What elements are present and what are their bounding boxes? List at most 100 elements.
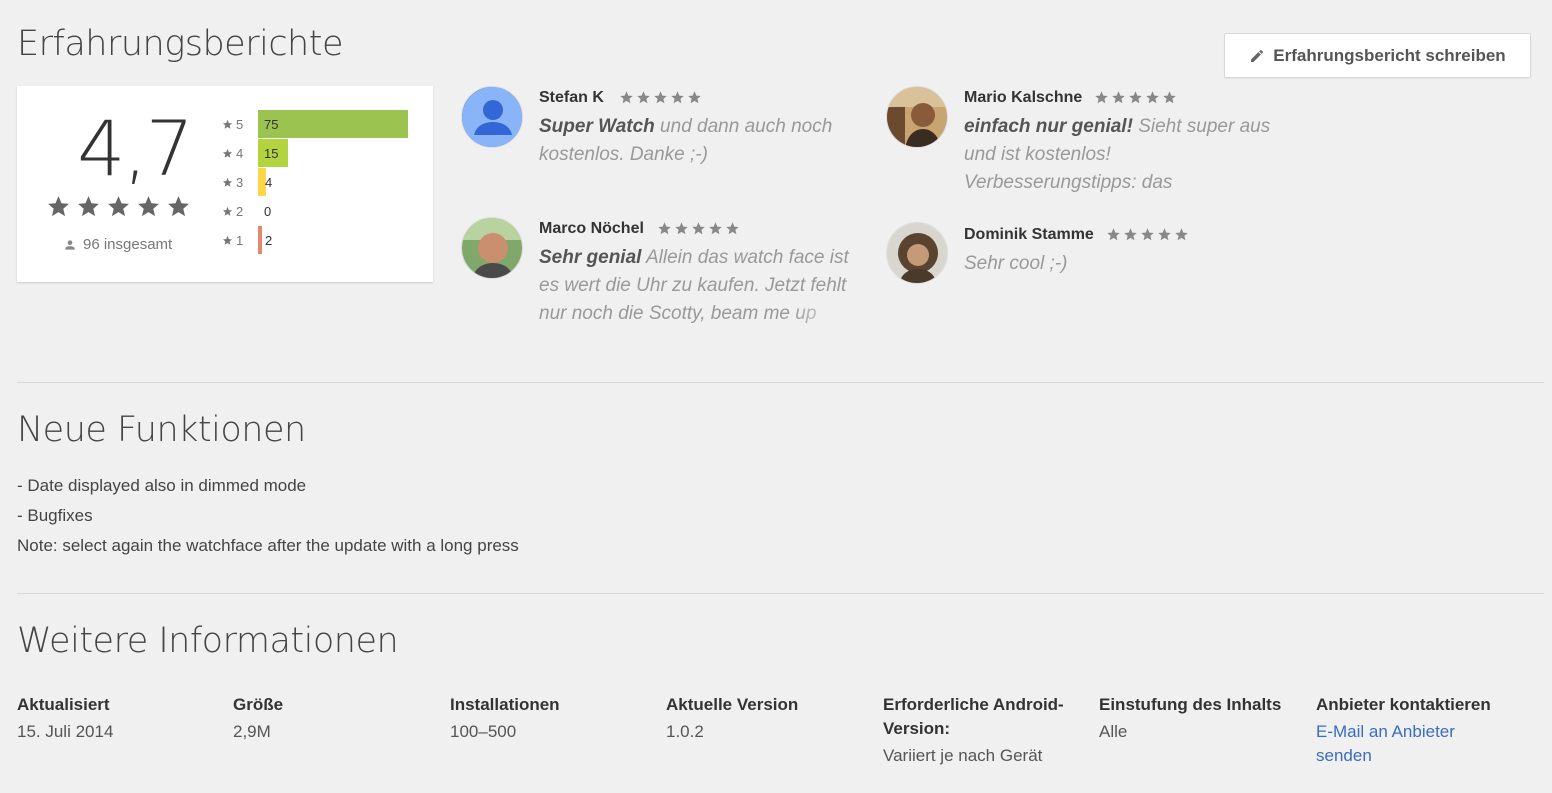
text-fade: [791, 300, 851, 328]
email-developer-link[interactable]: E-Mail an Anbieter senden: [1316, 720, 1496, 768]
user-photo: [886, 222, 948, 284]
star-icon: [658, 222, 671, 235]
text-fade: [1224, 169, 1284, 197]
star-icon: [726, 222, 739, 235]
note-line: - Date displayed also in dimmed mode: [17, 476, 307, 495]
star-icon: [222, 119, 233, 129]
info-updated: Aktualisiert 15. Juli 2014: [17, 693, 207, 744]
reviewer-name: Marco Nöchel: [539, 220, 644, 237]
histogram-row: 5 75: [222, 110, 408, 138]
user-photo: [886, 86, 948, 148]
star-icon: [1112, 91, 1125, 104]
histogram-bar: 15: [258, 139, 288, 167]
write-review-button[interactable]: Erfahrungsbericht schreiben: [1224, 33, 1531, 78]
star-icon: [168, 196, 189, 217]
info-label: Erforderliche Android-Version:: [883, 695, 1064, 738]
user-photo: [461, 217, 523, 279]
info-label: Installationen: [450, 695, 560, 714]
star-icon: [1124, 228, 1137, 241]
histogram-star-number: 1: [236, 232, 244, 248]
rating-summary-card: 4,7 96 insgesamt 5 75 4 15 3 4 2 0 1 2: [17, 86, 433, 282]
histogram-star-label: 5: [222, 117, 258, 132]
note-line: - Bugfixes: [17, 506, 93, 525]
review-headline: einfach nur genial!: [964, 116, 1133, 137]
histogram-bar: 2: [258, 226, 272, 254]
review-headline: Super Watch: [539, 116, 655, 137]
review-text: Sehr genial Allein das watch face ist es…: [539, 244, 851, 328]
note-line: Note: select again the watchface after t…: [17, 536, 519, 555]
average-score: 4,7: [77, 104, 194, 193]
histogram-count: 0: [264, 203, 272, 219]
rating-total-label: 96 insgesamt: [83, 236, 173, 253]
section-divider: [17, 382, 1544, 383]
info-android-version: Erforderliche Android-Version: Variiert …: [883, 693, 1068, 768]
whats-new-heading: Neue Funktionen: [17, 410, 306, 450]
histogram-bar: 4: [258, 168, 272, 196]
info-label: Einstufung des Inhalts: [1099, 695, 1282, 714]
histogram-star-label: 2: [222, 204, 258, 219]
info-label: Größe: [233, 695, 284, 714]
star-icon: [1158, 228, 1171, 241]
info-value: 1.0.2: [666, 722, 704, 741]
info-value: Variiert je nach Gerät: [883, 746, 1043, 765]
info-value: 100–500: [450, 722, 517, 741]
histogram-row: 20: [222, 197, 271, 225]
reviewer-name: Mario Kalschne: [964, 89, 1083, 106]
star-icon: [654, 91, 667, 104]
star-icon: [1095, 91, 1108, 104]
histogram-star-label: 4: [222, 146, 258, 161]
review-stars: [619, 90, 702, 105]
star-icon: [692, 222, 705, 235]
star-icon: [688, 91, 701, 104]
histogram-count: 75: [264, 116, 279, 132]
info-version: Aktuelle Version 1.0.2: [666, 693, 856, 744]
default-avatar-icon: [461, 86, 523, 148]
write-review-label: Erfahrungsbericht schreiben: [1273, 45, 1506, 65]
review-body: Sehr cool ;-): [964, 253, 1068, 274]
histogram-count: 15: [264, 145, 279, 161]
whats-new-notes: - Date displayed also in dimmed mode - B…: [17, 471, 519, 561]
histogram-star-label: 3: [222, 175, 258, 190]
star-icon: [222, 148, 233, 158]
pencil-icon: [1251, 49, 1264, 62]
review-text: Super Watch und dann auch noch kostenlos…: [539, 113, 839, 169]
info-value: 2,9M: [233, 722, 271, 741]
star-icon: [108, 196, 129, 217]
histogram-count: 4: [265, 174, 273, 190]
histogram-star-number: 4: [236, 145, 244, 161]
more-info-heading: Weitere Informationen: [17, 621, 399, 661]
info-label: Anbieter kontaktieren: [1316, 695, 1491, 714]
histogram-star-number: 3: [236, 174, 244, 190]
star-icon: [1129, 91, 1142, 104]
star-icon: [1175, 228, 1188, 241]
star-icon: [675, 222, 688, 235]
info-label: Aktualisiert: [17, 695, 110, 714]
info-label: Aktuelle Version: [666, 695, 799, 714]
review-headline: Sehr genial: [539, 247, 642, 268]
star-icon: [709, 222, 722, 235]
histogram-star-label: 1: [222, 233, 258, 248]
star-icon: [78, 196, 99, 217]
star-icon: [1163, 91, 1176, 104]
histogram-star-number: 2: [236, 203, 244, 219]
review-text: einfach nur genial! Sieht super aus und …: [964, 113, 1284, 197]
star-icon: [222, 177, 233, 187]
star-icon: [1141, 228, 1154, 241]
info-content-rating: Einstufung des Inhalts Alle: [1099, 693, 1289, 744]
review-stars: [657, 221, 740, 236]
info-value: Alle: [1099, 722, 1128, 741]
rating-total: 96 insgesamt: [63, 236, 172, 253]
info-size: Größe 2,9M: [233, 693, 423, 744]
section-divider: [17, 593, 1544, 594]
star-icon: [222, 206, 233, 216]
review-text: Sehr cool ;-): [964, 250, 1284, 278]
histogram-bar: 75: [258, 110, 408, 138]
reviews-heading: Erfahrungsberichte: [17, 24, 344, 64]
star-icon: [671, 91, 684, 104]
reviewer-name: Stefan K: [539, 89, 604, 106]
histogram-star-number: 5: [236, 116, 244, 132]
reviewer-name: Dominik Stamme: [964, 226, 1094, 243]
info-value: 15. Juli 2014: [17, 722, 114, 741]
star-icon: [48, 196, 69, 217]
person-icon: [65, 239, 75, 250]
